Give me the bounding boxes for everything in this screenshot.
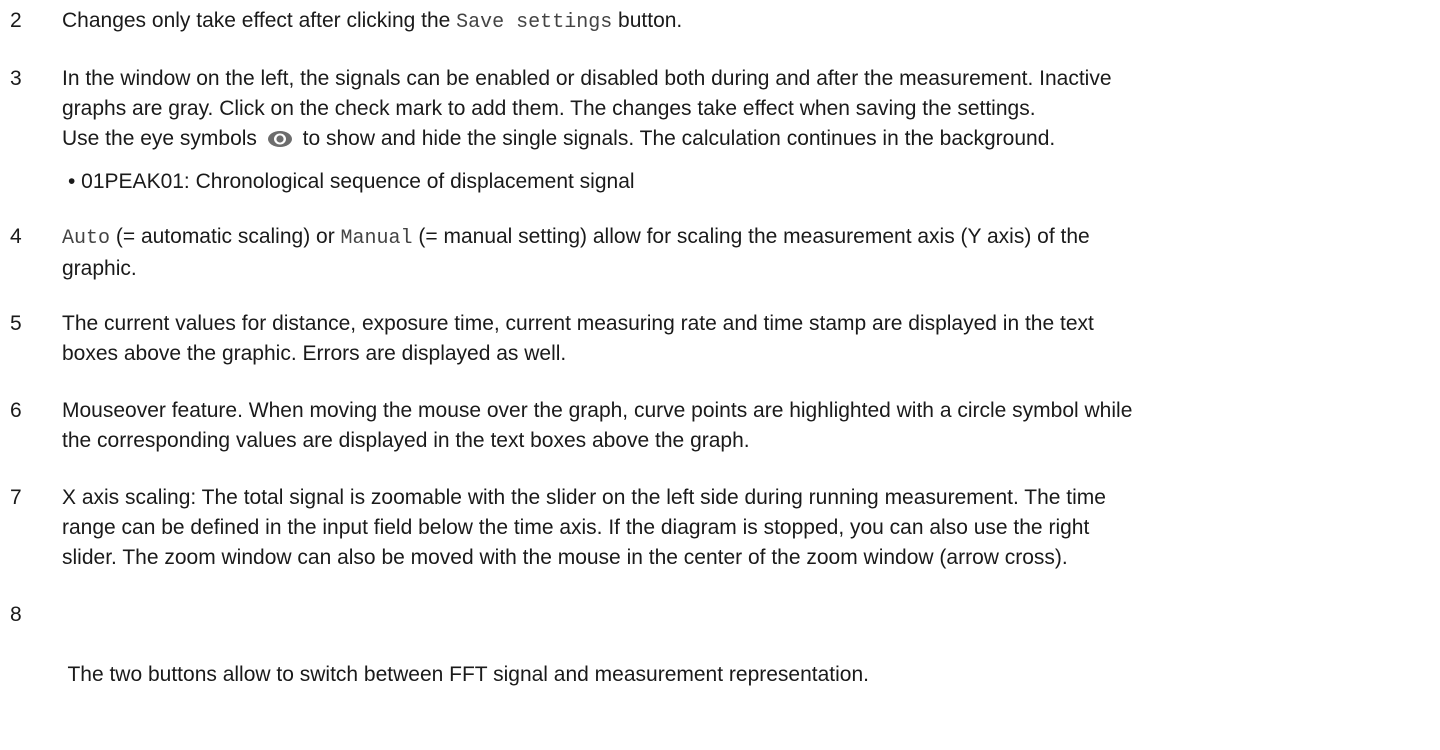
item-text: In the window on the left, the signals c… <box>62 64 1434 197</box>
text-line: graphs are gray. Click on the check mark… <box>62 97 1036 120</box>
eye-icon <box>267 127 293 157</box>
text-line: In the window on the left, the signals c… <box>62 67 1112 90</box>
item-number: 7 <box>10 486 22 509</box>
text-line: the corresponding values are displayed i… <box>62 429 750 452</box>
item-text: X axis scaling: The total signal is zoom… <box>62 483 1434 573</box>
bullet-item: • 01PEAK01: Chronological sequence of di… <box>68 170 635 193</box>
text-line: X axis scaling: The total signal is zoom… <box>62 486 1106 509</box>
item-number: 2 <box>10 9 22 32</box>
item-text: Auto (= automatic scaling) or Manual (= … <box>62 222 1434 284</box>
item-text: Mouseover feature. When moving the mouse… <box>62 396 1434 456</box>
text-segment: to show and hide the single signals. The… <box>302 127 1056 150</box>
text-line: The current values for distance, exposur… <box>62 312 1094 335</box>
item-number: 4 <box>10 225 22 248</box>
text-line: range can be defined in the input field … <box>62 516 1090 539</box>
item-text: The two buttons allow to switch between … <box>62 600 1434 750</box>
manual-page: 2 Changes only take effect after clickin… <box>0 0 1440 686</box>
auto-code: Auto <box>62 227 111 250</box>
text-line: graphic. <box>62 257 137 280</box>
text-line: Mouseover feature. When moving the mouse… <box>62 399 1133 422</box>
item-number: 8 <box>10 603 22 626</box>
text-line: Auto (= automatic scaling) or Manual (= … <box>62 222 1434 254</box>
text-segment: button. <box>612 9 683 32</box>
text-line: The two buttons allow to switch between … <box>62 663 869 686</box>
item-number: 3 <box>10 67 22 90</box>
item-number: 6 <box>10 399 22 422</box>
text-segment: (= manual setting) allow for scaling the… <box>412 225 1090 248</box>
text-segment: (= automatic scaling) or <box>110 225 341 248</box>
item-text: The current values for distance, exposur… <box>62 309 1434 369</box>
text-segment: Changes only take effect after clicking … <box>62 9 457 32</box>
item-number: 5 <box>10 312 22 335</box>
item-text: Changes only take effect after clicking … <box>62 6 1434 38</box>
manual-code: Manual <box>340 227 413 250</box>
text-segment: Use the eye symbols <box>62 127 257 150</box>
text-line: Use the eye symbols to show and hide the… <box>62 124 1434 157</box>
text-line: boxes above the graphic. Errors are disp… <box>62 342 567 365</box>
save-settings-code: Save settings <box>456 11 613 34</box>
text-line: slider. The zoom window can also be move… <box>62 546 1068 569</box>
